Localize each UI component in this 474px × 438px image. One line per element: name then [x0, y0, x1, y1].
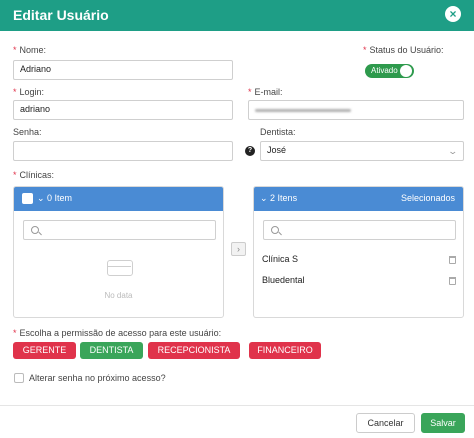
role-gerente-button[interactable]: GERENTE	[13, 342, 76, 359]
help-icon[interactable]: ?	[245, 146, 255, 156]
permission-label-text: Escolha a permissão de acesso para este …	[19, 328, 222, 338]
email-label-text: E-mail:	[254, 87, 283, 97]
role-financeiro-button[interactable]: FINANCEIRO	[249, 342, 321, 359]
senha-input[interactable]	[13, 141, 233, 161]
toggle-knob	[400, 65, 412, 77]
no-data-text: No data	[104, 291, 133, 300]
login-input[interactable]: adriano	[13, 100, 233, 120]
permission-label: * Escolha a permissão de acesso para este…	[13, 328, 221, 338]
email-input[interactable]	[248, 100, 464, 120]
footer-divider	[0, 405, 474, 406]
list-item[interactable]: Clínica S	[262, 254, 298, 264]
target-search-input[interactable]	[263, 220, 456, 240]
transfer-target-panel: ⌄ 2 Itens Selecionados Clínica S Blueden…	[253, 186, 464, 318]
nome-input[interactable]: Adriano	[13, 60, 233, 80]
change-password-checkbox[interactable]	[14, 373, 24, 383]
clinicas-label: * Clínicas:	[13, 170, 54, 180]
target-count: 2 Itens	[270, 193, 298, 203]
search-icon	[271, 226, 279, 234]
status-label: * Status do Usuário:	[363, 45, 444, 55]
target-panel-header: ⌄ 2 Itens Selecionados	[254, 187, 463, 211]
status-toggle[interactable]: Ativado	[365, 64, 414, 78]
login-label: * Login:	[13, 87, 44, 97]
source-search-input[interactable]	[23, 220, 216, 240]
nome-value: Adriano	[20, 64, 52, 74]
trash-icon[interactable]	[449, 256, 456, 264]
status-toggle-text: Ativado	[371, 66, 398, 75]
source-count: 0 Item	[47, 193, 73, 203]
target-count-dropdown[interactable]: ⌄ 2 Itens	[260, 193, 297, 204]
dialog-title: Editar Usuário	[13, 7, 109, 23]
required-marker: *	[13, 45, 17, 55]
dentista-select[interactable]: José ⌄	[260, 141, 464, 161]
change-password-label: Alterar senha no próximo acesso?	[29, 373, 166, 383]
login-value: adriano	[20, 104, 51, 114]
login-label-text: Login:	[19, 87, 45, 97]
cancel-button[interactable]: Cancelar	[356, 413, 415, 433]
move-right-button[interactable]: ›	[231, 242, 246, 256]
source-count-dropdown[interactable]: ⌄ 0 Item	[37, 193, 72, 204]
select-all-checkbox[interactable]	[22, 193, 33, 204]
required-marker: *	[13, 170, 17, 180]
chevron-down-icon: ⌄	[447, 146, 459, 156]
selected-header-label: Selecionados	[400, 193, 455, 203]
role-dentista-button[interactable]: DENTISTA	[80, 342, 143, 359]
transfer-source-panel: ⌄ 0 Item No data	[13, 186, 224, 318]
nome-label-text: Nome:	[19, 45, 47, 55]
required-marker: *	[13, 328, 17, 338]
role-recepcionista-button[interactable]: RECEPCIONISTA	[148, 342, 240, 359]
required-marker: *	[248, 87, 252, 97]
search-icon	[31, 226, 39, 234]
close-icon[interactable]: ×	[445, 6, 461, 22]
clinicas-label-text: Clínicas:	[19, 170, 55, 180]
list-item[interactable]: Bluedental	[262, 275, 305, 285]
email-label: * E-mail:	[248, 87, 283, 97]
nome-label: * Nome:	[13, 45, 46, 55]
source-panel-header: ⌄ 0 Item	[14, 187, 223, 211]
save-button[interactable]: Salvar	[421, 413, 465, 433]
email-redacted	[255, 109, 351, 112]
empty-inbox-icon	[107, 260, 133, 276]
required-marker: *	[363, 45, 367, 55]
dentista-label: Dentista:	[260, 127, 296, 137]
status-label-text: Status do Usuário:	[369, 45, 444, 55]
trash-icon[interactable]	[449, 277, 456, 285]
dialog-header: Editar Usuário ×	[0, 0, 474, 31]
required-marker: *	[13, 87, 17, 97]
dentista-value: José	[267, 145, 287, 155]
senha-label: Senha:	[13, 127, 42, 137]
